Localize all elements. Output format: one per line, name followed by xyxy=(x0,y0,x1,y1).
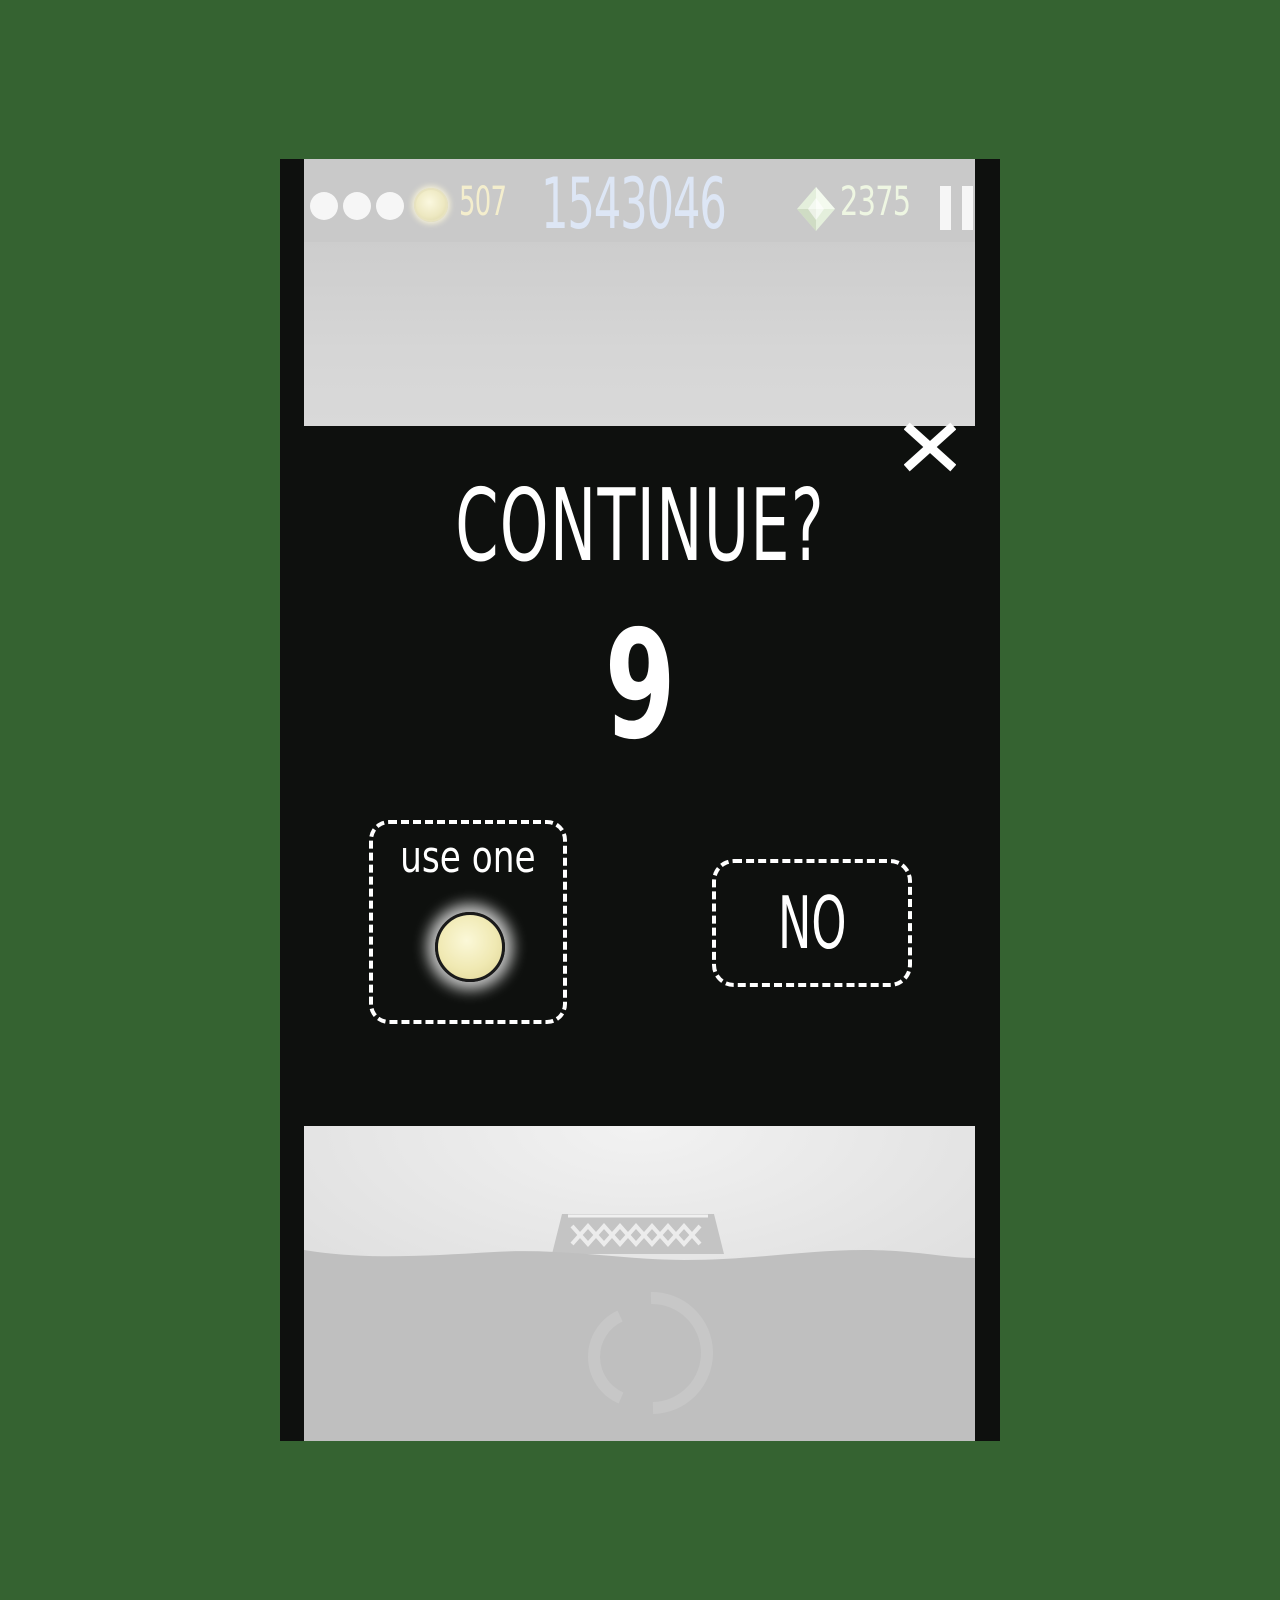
game-scene-top xyxy=(304,242,975,426)
pause-button[interactable] xyxy=(940,186,976,230)
gem-icon xyxy=(797,187,835,231)
score: 1543046 xyxy=(541,163,727,245)
life-dot-icon xyxy=(310,192,338,220)
gem-count: 2375 xyxy=(840,179,911,225)
life-dot-icon xyxy=(376,192,404,220)
orb-count: 507 xyxy=(459,179,507,225)
game-scene-bottom xyxy=(304,1126,975,1441)
pause-icon-bar xyxy=(962,186,973,230)
use-one-button[interactable]: use one xyxy=(369,820,567,1024)
game-screen: 507 1543046 2375 CONTINUE? 9 use one NO xyxy=(280,159,1000,1441)
life-dot-icon xyxy=(343,192,371,220)
countdown-number: 9 xyxy=(604,599,676,773)
continue-title: CONTINUE? xyxy=(455,467,825,584)
pause-icon xyxy=(940,186,951,230)
use-one-label: use one xyxy=(400,832,536,883)
no-label: NO xyxy=(777,881,847,965)
close-icon xyxy=(904,422,956,472)
orb-icon xyxy=(414,188,448,222)
close-button[interactable] xyxy=(904,421,956,473)
orb-icon xyxy=(435,912,505,982)
hud-bar: 507 1543046 2375 xyxy=(304,159,976,245)
no-button[interactable]: NO xyxy=(712,859,912,987)
bridge-icon xyxy=(552,1214,724,1254)
